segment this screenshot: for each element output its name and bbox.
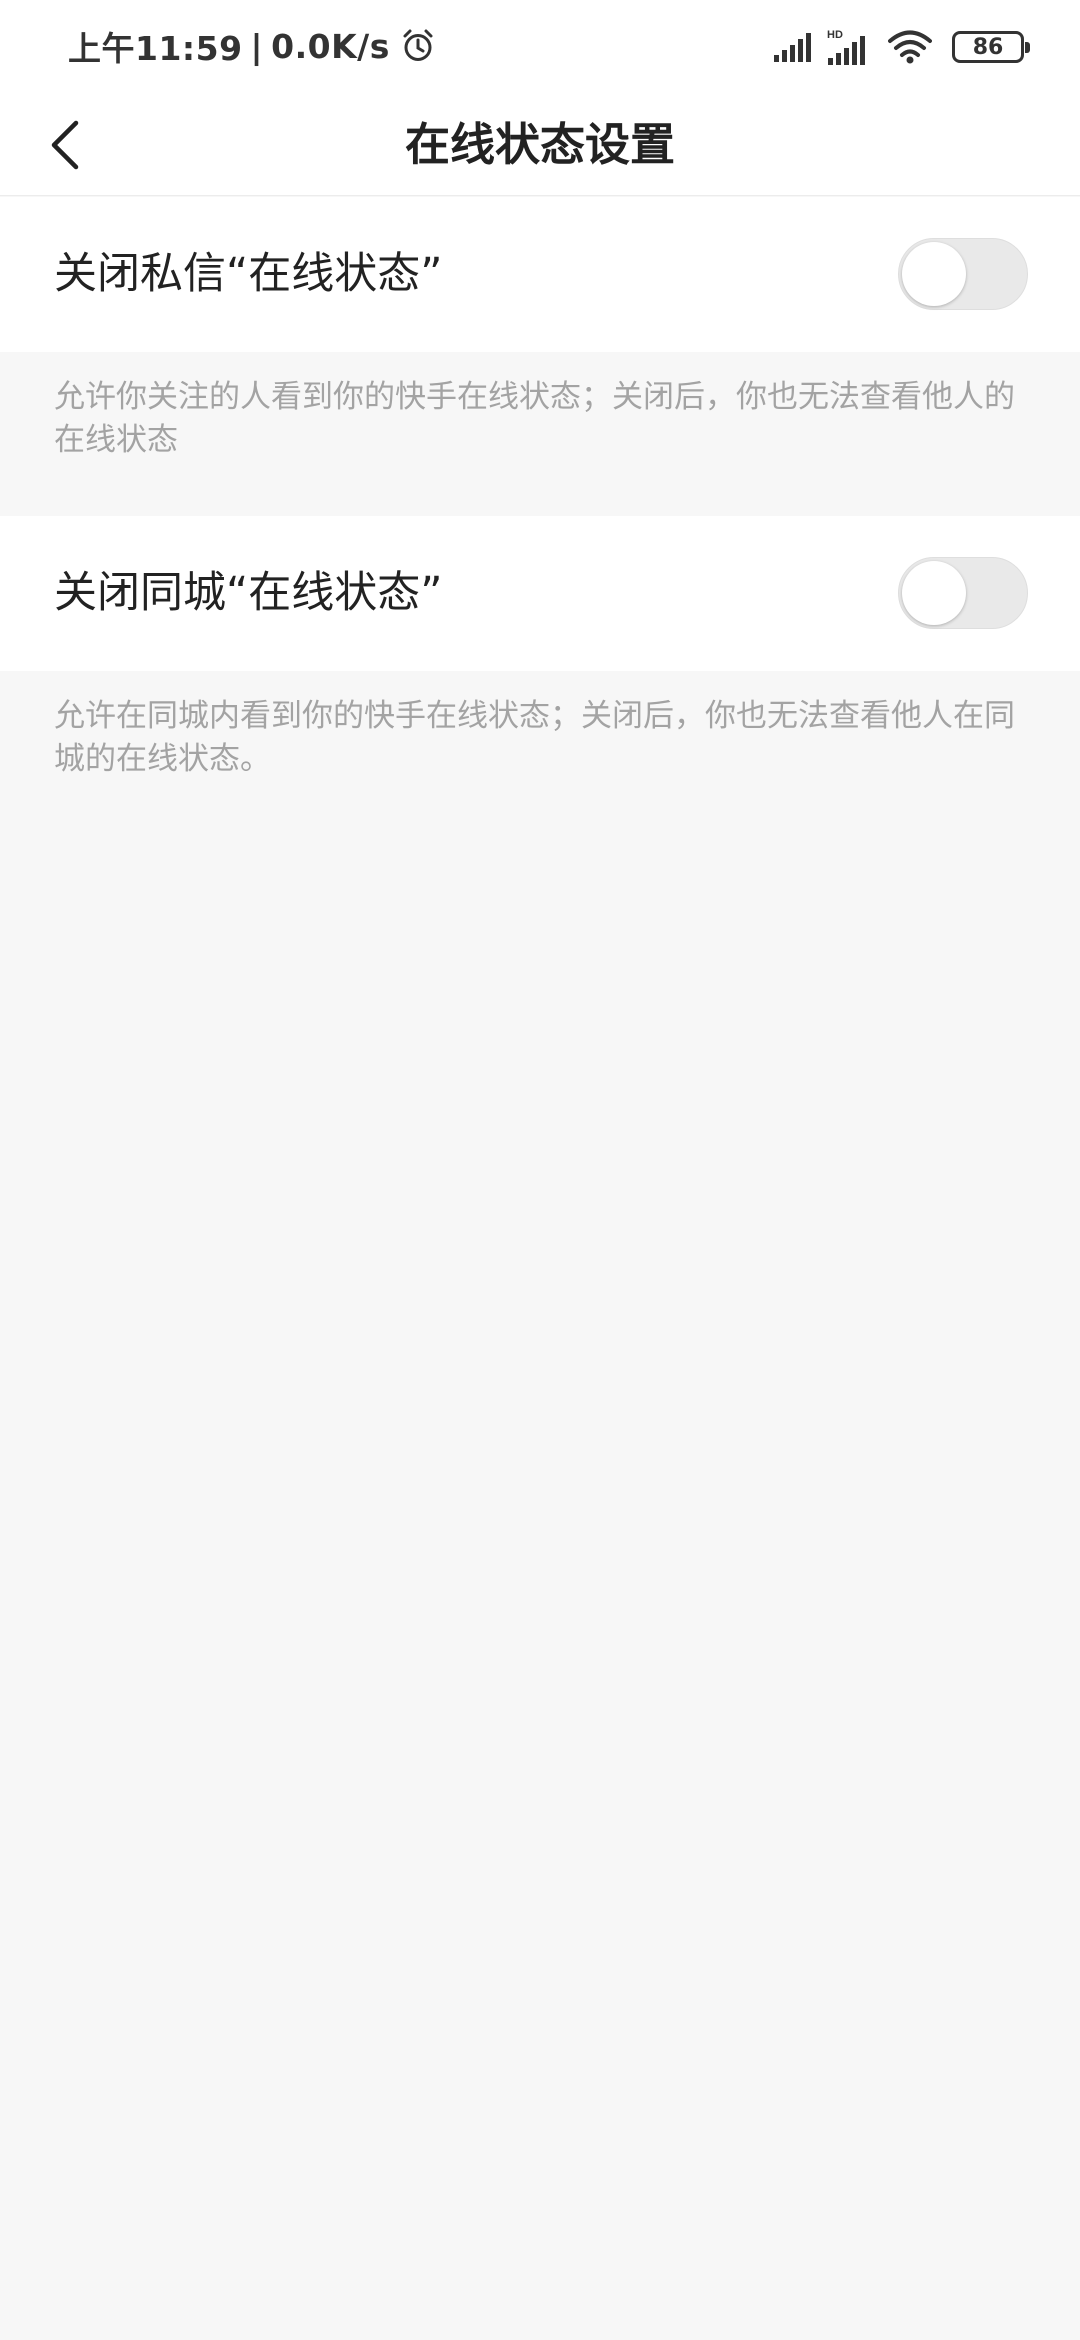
- status-right: HD 86: [772, 26, 1030, 68]
- setting-label: 关闭私信“在线状态”: [54, 249, 443, 299]
- private-message-online-status-toggle[interactable]: [898, 238, 1028, 310]
- toggle-knob: [902, 561, 966, 625]
- setting-row-private-message-status: 关闭私信“在线状态”: [0, 197, 1080, 352]
- status-net-speed: 0.0K/s: [271, 26, 390, 66]
- setting-description: 允许你关注的人看到你的快手在线状态；关闭后，你也无法查看他人的在线状态: [54, 379, 1015, 458]
- setting-description: 允许在同城内看到你的快手在线状态；关闭后，你也无法查看他人在同城的在线状态。: [54, 698, 1015, 777]
- chevron-left-icon: [51, 120, 79, 170]
- nav-bar: 在线状态设置: [0, 93, 1080, 196]
- toggle-knob: [902, 242, 966, 306]
- wifi-icon: [888, 30, 932, 64]
- setting-label: 关闭同城“在线状态”: [54, 568, 443, 618]
- status-time: 上午11:59: [68, 29, 243, 68]
- signal-icon: [774, 33, 811, 62]
- alarm-icon: [403, 29, 433, 61]
- hd-signal-icon: HD: [827, 29, 865, 65]
- battery-level: 86: [972, 34, 1004, 60]
- status-left: 上午11:59 | 0.0K/s: [68, 24, 436, 68]
- setting-row-same-city-status: 关闭同城“在线状态”: [0, 516, 1080, 671]
- back-button[interactable]: [28, 107, 104, 183]
- hd-label: HD: [827, 29, 843, 41]
- status-bar: 上午11:59 | 0.0K/s HD 86: [0, 0, 1080, 93]
- page-title: 在线状态设置: [404, 118, 675, 171]
- same-city-online-status-toggle[interactable]: [898, 557, 1028, 629]
- battery-icon: 86: [952, 31, 1030, 63]
- status-separator: |: [250, 26, 264, 66]
